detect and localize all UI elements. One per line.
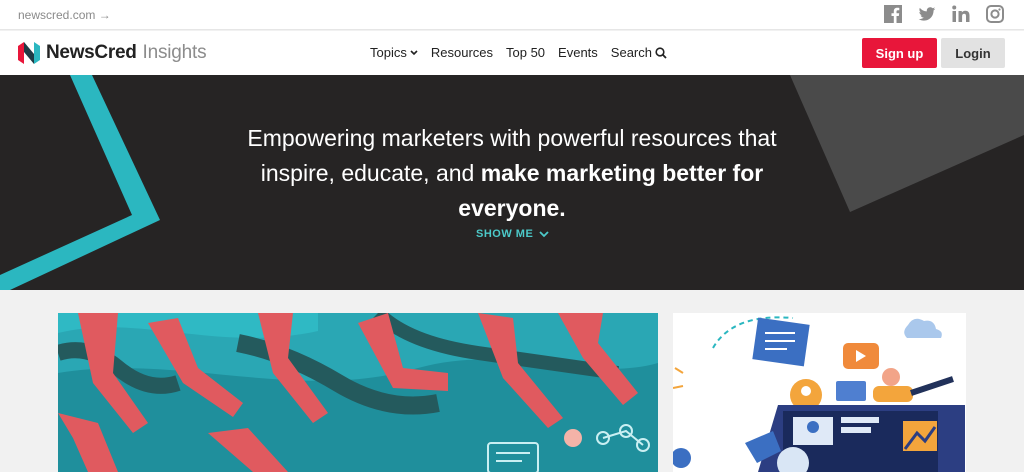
login-button[interactable]: Login (941, 38, 1005, 68)
nav-item-label: Resources (430, 45, 493, 60)
hero-line-3-bold: everyone. (458, 195, 566, 221)
logo-subtitle: Insights (142, 42, 207, 63)
nav-item-resources[interactable]: Resources (431, 45, 493, 60)
featured-article-image[interactable] (58, 313, 658, 472)
newscred-site-link[interactable]: newscred.com → (18, 8, 111, 22)
marketing-illustration (673, 313, 966, 472)
show-me-link[interactable]: SHOW ME (476, 228, 549, 240)
sign-up-button[interactable]: Sign up (862, 38, 937, 68)
hero-line-2-bold: make marketing better for (480, 160, 764, 186)
primary-menu: Topics Resources Top 50 Events Search (370, 45, 667, 60)
nav-item-label: Topics (370, 45, 407, 60)
swimmers-illustration (58, 313, 658, 472)
linkedin-icon[interactable] (952, 5, 970, 23)
side-article-image[interactable] (673, 313, 966, 472)
twitter-icon[interactable] (918, 5, 936, 23)
hero-line-1: Empowering marketers with powerful resou… (247, 125, 777, 151)
search-icon (655, 46, 667, 59)
newscred-logo-mark-icon (18, 42, 40, 64)
main-nav: NewsCred Insights Topics Resources Top 5… (0, 31, 1024, 75)
nav-item-top-50[interactable]: Top 50 (506, 45, 545, 60)
hero-banner: Empowering marketers with powerful resou… (0, 75, 1024, 290)
hero-headline: Empowering marketers with powerful resou… (200, 121, 824, 226)
newscred-logo[interactable]: NewsCred Insights (18, 42, 207, 64)
instagram-icon[interactable] (986, 5, 1004, 23)
logo-name: NewsCred (46, 42, 137, 63)
facebook-icon[interactable] (884, 5, 902, 23)
social-links (884, 5, 1004, 23)
nav-item-events[interactable]: Events (558, 45, 598, 60)
top-bar: newscred.com → (0, 0, 1024, 30)
nav-item-topics[interactable]: Topics (370, 45, 418, 60)
chevron-down-icon (410, 49, 418, 55)
hero-line-2-plain: inspire, educate, and (260, 160, 481, 186)
show-me-label: SHOW ME (476, 228, 534, 240)
nav-item-search[interactable]: Search (611, 45, 667, 60)
chevron-down-icon (539, 230, 549, 237)
nav-item-label: Search (610, 45, 652, 60)
nav-item-label: Top 50 (506, 45, 546, 60)
nav-item-label: Events (558, 45, 598, 60)
